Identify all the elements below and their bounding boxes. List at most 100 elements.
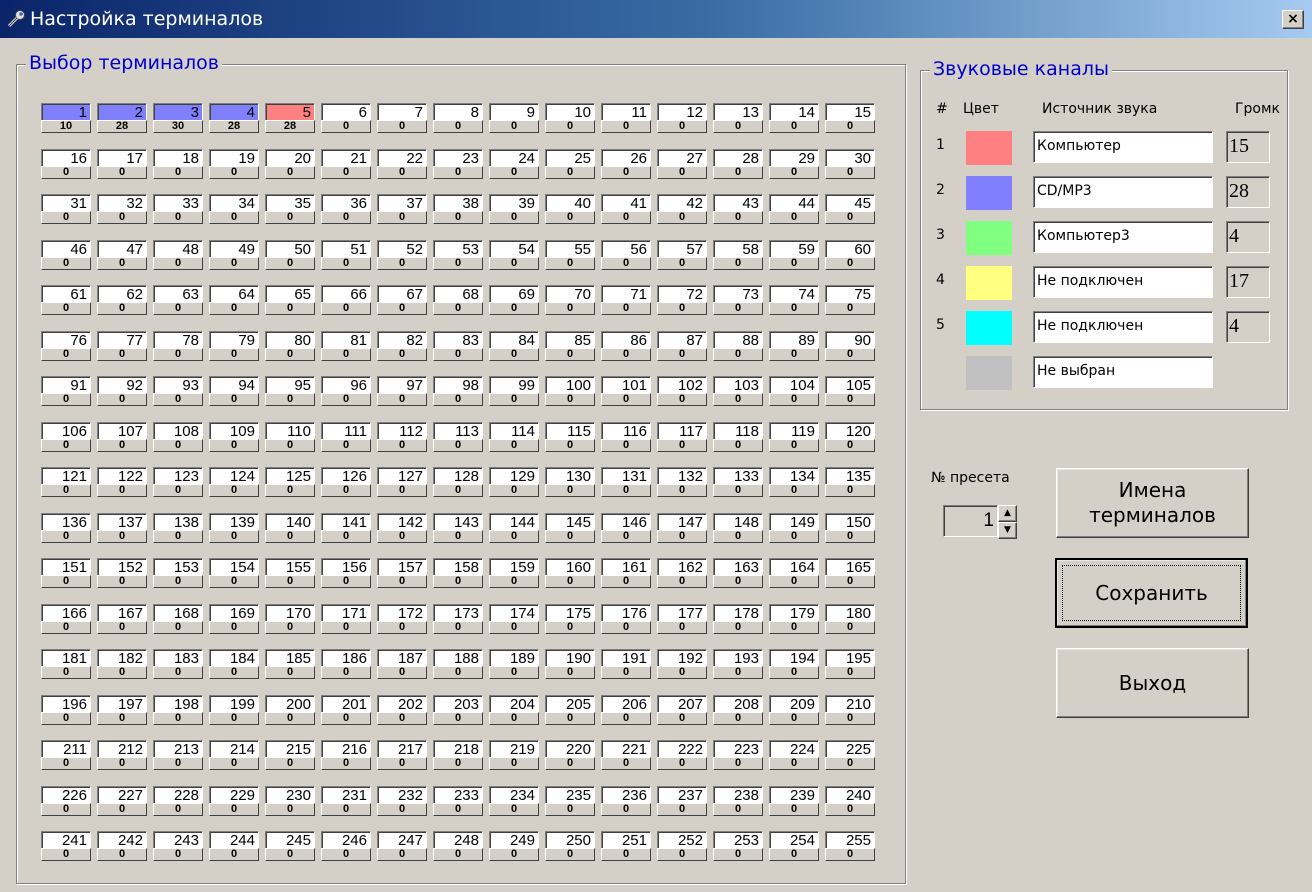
terminal-volume[interactable]: 0	[657, 529, 707, 543]
terminal-number[interactable]: 204	[489, 694, 539, 713]
terminal-2[interactable]: 2 28	[97, 103, 149, 133]
terminal-number[interactable]: 128	[433, 467, 483, 485]
terminal-145[interactable]: 145 0	[545, 512, 597, 543]
terminal-189[interactable]: 189 0	[489, 649, 541, 679]
terminal-number[interactable]: 196	[41, 694, 91, 713]
terminal-13[interactable]: 13 0	[713, 103, 765, 133]
terminal-names-button[interactable]: Имена терминалов	[1056, 468, 1249, 538]
terminal-number[interactable]: 137	[97, 512, 147, 531]
terminal-volume[interactable]: 0	[433, 711, 483, 725]
terminal-number[interactable]: 247	[377, 831, 427, 849]
terminal-75[interactable]: 75 0	[825, 285, 877, 315]
terminal-volume[interactable]: 0	[153, 393, 203, 406]
terminal-volume[interactable]: 0	[601, 393, 651, 406]
terminal-number[interactable]: 2	[97, 103, 147, 121]
terminal-number[interactable]: 78	[153, 330, 203, 349]
terminal-volume[interactable]: 0	[41, 575, 91, 588]
terminal-volume[interactable]: 0	[321, 256, 371, 270]
terminal-volume[interactable]: 0	[545, 256, 595, 270]
terminal-213[interactable]: 213 0	[153, 740, 205, 770]
terminal-volume[interactable]: 0	[321, 438, 371, 452]
terminal-volume[interactable]: 0	[321, 211, 371, 224]
terminal-number[interactable]: 73	[713, 285, 763, 303]
terminal-number[interactable]: 22	[377, 148, 427, 167]
terminal-volume[interactable]: 0	[825, 256, 875, 270]
terminal-volume[interactable]: 0	[489, 666, 539, 679]
preset-up-button[interactable]: ▲	[998, 505, 1017, 522]
terminal-16[interactable]: 16 0	[41, 148, 93, 179]
terminal-number[interactable]: 3	[153, 103, 203, 121]
terminal-number[interactable]: 32	[97, 194, 147, 212]
terminal-227[interactable]: 227 0	[97, 785, 149, 816]
terminal-number[interactable]: 223	[713, 740, 763, 758]
terminal-number[interactable]: 111	[321, 421, 371, 440]
terminal-number[interactable]: 216	[321, 740, 371, 758]
terminal-number[interactable]: 82	[377, 330, 427, 349]
terminal-volume[interactable]: 0	[545, 575, 595, 588]
terminal-180[interactable]: 180 0	[825, 603, 877, 634]
terminal-volume[interactable]: 0	[825, 393, 875, 406]
terminal-number[interactable]: 191	[601, 649, 651, 667]
terminal-volume[interactable]: 0	[265, 211, 315, 224]
terminal-129[interactable]: 129 0	[489, 467, 541, 497]
terminal-volume[interactable]: 0	[657, 666, 707, 679]
terminal-number[interactable]: 90	[825, 330, 875, 349]
terminal-volume[interactable]: 0	[377, 256, 427, 270]
terminal-number[interactable]: 251	[601, 831, 651, 849]
terminal-143[interactable]: 143 0	[433, 512, 485, 543]
terminal-volume[interactable]: 0	[41, 484, 91, 497]
terminal-number[interactable]: 97	[377, 376, 427, 394]
terminal-number[interactable]: 6	[321, 103, 371, 121]
terminal-volume[interactable]: 0	[769, 211, 819, 224]
terminal-45[interactable]: 45 0	[825, 194, 877, 224]
terminal-132[interactable]: 132 0	[657, 467, 709, 497]
terminal-volume[interactable]: 0	[769, 575, 819, 588]
terminal-255[interactable]: 255 0	[825, 831, 877, 861]
terminal-number[interactable]: 140	[265, 512, 315, 531]
terminal-139[interactable]: 139 0	[209, 512, 261, 543]
terminal-volume[interactable]: 0	[713, 666, 763, 679]
terminal-number[interactable]: 174	[489, 603, 539, 622]
terminal-volume[interactable]: 0	[265, 393, 315, 406]
terminal-96[interactable]: 96 0	[321, 376, 373, 406]
terminal-volume[interactable]: 0	[41, 393, 91, 406]
terminal-volume[interactable]: 0	[41, 347, 91, 361]
terminal-number[interactable]: 123	[153, 467, 203, 485]
terminal-number[interactable]: 70	[545, 285, 595, 303]
terminal-volume[interactable]: 0	[209, 711, 259, 725]
terminal-volume[interactable]: 0	[601, 757, 651, 770]
terminal-number[interactable]: 12	[657, 103, 707, 121]
terminal-number[interactable]: 193	[713, 649, 763, 667]
terminal-volume[interactable]: 0	[825, 666, 875, 679]
terminal-37[interactable]: 37 0	[377, 194, 429, 224]
terminal-134[interactable]: 134 0	[769, 467, 821, 497]
terminal-number[interactable]: 18	[153, 148, 203, 167]
terminal-number[interactable]: 239	[769, 785, 819, 804]
terminal-131[interactable]: 131 0	[601, 467, 653, 497]
terminal-number[interactable]: 124	[209, 467, 259, 485]
terminal-138[interactable]: 138 0	[153, 512, 205, 543]
terminal-201[interactable]: 201 0	[321, 694, 373, 725]
terminal-number[interactable]: 253	[713, 831, 763, 849]
terminal-volume[interactable]: 0	[769, 256, 819, 270]
terminal-volume[interactable]: 0	[433, 120, 483, 133]
terminal-92[interactable]: 92 0	[97, 376, 149, 406]
terminal-volume[interactable]: 0	[41, 302, 91, 315]
terminal-volume[interactable]: 0	[153, 165, 203, 179]
terminal-55[interactable]: 55 0	[545, 239, 597, 270]
terminal-158[interactable]: 158 0	[433, 558, 485, 588]
terminal-21[interactable]: 21 0	[321, 148, 373, 179]
terminal-number[interactable]: 134	[769, 467, 819, 485]
terminal-101[interactable]: 101 0	[601, 376, 653, 406]
terminal-186[interactable]: 186 0	[321, 649, 373, 679]
terminal-191[interactable]: 191 0	[601, 649, 653, 679]
terminal-number[interactable]: 139	[209, 512, 259, 531]
terminal-volume[interactable]: 0	[377, 575, 427, 588]
terminal-95[interactable]: 95 0	[265, 376, 317, 406]
terminal-number[interactable]: 181	[41, 649, 91, 667]
terminal-number[interactable]: 236	[601, 785, 651, 804]
terminal-volume[interactable]: 0	[657, 211, 707, 224]
terminal-number[interactable]: 118	[713, 421, 763, 440]
terminal-number[interactable]: 237	[657, 785, 707, 804]
terminal-volume[interactable]: 0	[545, 802, 595, 816]
